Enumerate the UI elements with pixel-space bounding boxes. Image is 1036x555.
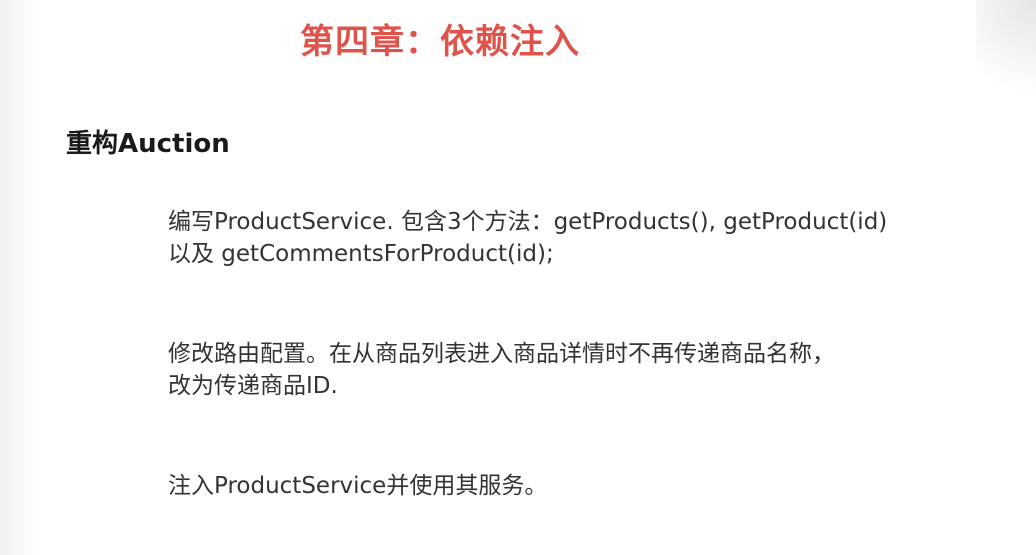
bullet-item-line: 修改路由配置。在从商品列表进入商品详情时不再传递商品名称，	[168, 341, 835, 367]
section-heading: 重构Auction	[66, 129, 230, 159]
corner-shadow	[976, 0, 1036, 120]
edge-shadow	[0, 0, 40, 555]
slide: 第四章：依赖注入 重构Auction 编写ProductService. 包含3…	[0, 0, 1036, 555]
bullet-item: 编写ProductService. 包含3个方法：getProducts(), …	[168, 206, 887, 270]
bullet-item-line: 注入ProductService并使用其服务。	[168, 473, 548, 499]
bullet-item: 注入ProductService并使用其服务。	[168, 470, 547, 502]
bullet-item-line: 以及 getCommentsForProduct(id);	[168, 241, 554, 267]
slide-title: 第四章：依赖注入	[300, 22, 580, 62]
bullet-item-line: 改为传递商品ID.	[168, 373, 338, 399]
bullet-item-line: 编写ProductService. 包含3个方法：getProducts(), …	[168, 209, 888, 235]
bullet-item: 修改路由配置。在从商品列表进入商品详情时不再传递商品名称， 改为传递商品ID.	[168, 338, 835, 402]
